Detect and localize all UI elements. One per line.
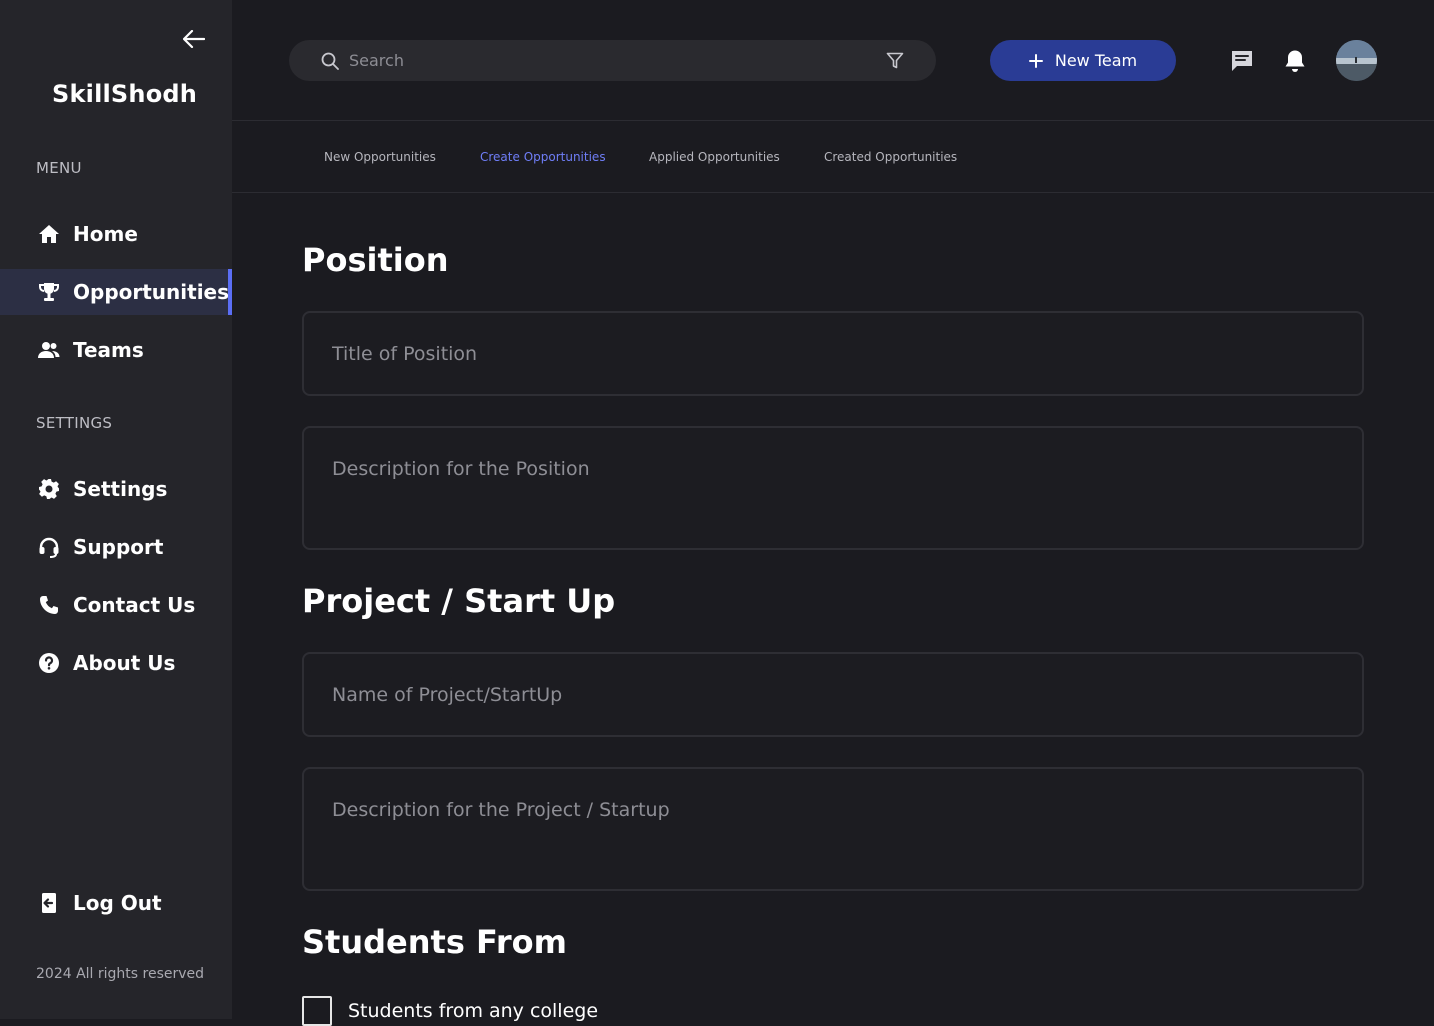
- tab-new-opportunities[interactable]: New Opportunities: [324, 150, 436, 164]
- sidebar-item-label: Support: [73, 535, 164, 559]
- headset-icon: [38, 536, 60, 558]
- sidebar-item-opportunities[interactable]: Opportunities: [0, 269, 232, 315]
- home-icon: [38, 223, 60, 245]
- user-avatar[interactable]: [1336, 40, 1377, 81]
- sidebar-item-label: About Us: [73, 651, 176, 675]
- sidebar: SkillShodh MENU Home Opportunities Teams…: [0, 0, 232, 1019]
- tab-create-opportunities[interactable]: Create Opportunities: [480, 150, 606, 164]
- sidebar-item-label: Contact Us: [73, 593, 196, 617]
- tab-applied-opportunities[interactable]: Applied Opportunities: [649, 150, 780, 164]
- logout-label: Log Out: [73, 891, 162, 915]
- tab-created-opportunities[interactable]: Created Opportunities: [824, 150, 957, 164]
- sidebar-item-label: Teams: [73, 338, 144, 362]
- students-any-college-checkbox[interactable]: [302, 996, 332, 1026]
- project-name-input[interactable]: [302, 652, 1364, 737]
- messages-icon[interactable]: [1227, 46, 1257, 76]
- position-heading: Position: [302, 241, 449, 279]
- sidebar-item-home[interactable]: Home: [0, 211, 232, 257]
- top-bar: New Team: [232, 0, 1434, 121]
- arrow-left-icon: [183, 30, 205, 48]
- sidebar-item-settings[interactable]: Settings: [0, 466, 232, 512]
- students-from-heading: Students From: [302, 923, 567, 961]
- sidebar-item-support[interactable]: Support: [0, 524, 232, 570]
- phone-icon: [38, 594, 60, 616]
- menu-section-label: MENU: [36, 159, 82, 177]
- new-team-button[interactable]: New Team: [990, 40, 1176, 81]
- brand-logo: SkillShodh: [52, 80, 198, 108]
- search-input[interactable]: [349, 51, 886, 70]
- filter-icon[interactable]: [886, 52, 904, 70]
- copyright-text: 2024 All rights reserved: [36, 966, 205, 982]
- students-any-college-option[interactable]: Students from any college: [302, 996, 598, 1026]
- opportunity-tabs: New Opportunities Create Opportunities A…: [232, 121, 1434, 193]
- project-heading: Project / Start Up: [302, 582, 616, 620]
- sidebar-item-label: Opportunities: [73, 280, 230, 304]
- position-description-input[interactable]: [302, 426, 1364, 550]
- search-icon: [321, 52, 339, 70]
- gear-icon: [38, 478, 60, 500]
- logout-icon: [38, 892, 60, 914]
- plus-icon: [1028, 53, 1043, 68]
- settings-section-label: SETTINGS: [36, 414, 113, 432]
- sidebar-item-about-us[interactable]: About Us: [0, 640, 232, 686]
- sidebar-item-teams[interactable]: Teams: [0, 327, 232, 373]
- project-description-input[interactable]: [302, 767, 1364, 891]
- position-title-input[interactable]: [302, 311, 1364, 396]
- help-circle-icon: [38, 652, 60, 674]
- sidebar-item-contact-us[interactable]: Contact Us: [0, 582, 232, 628]
- new-team-label: New Team: [1054, 51, 1138, 70]
- trophy-icon: [38, 281, 60, 303]
- team-icon: [38, 339, 60, 361]
- collapse-sidebar-button[interactable]: [180, 26, 208, 52]
- logout-button[interactable]: Log Out: [0, 880, 232, 926]
- sidebar-item-label: Settings: [73, 477, 168, 501]
- sidebar-item-label: Home: [73, 222, 138, 246]
- notification-bell-icon[interactable]: [1280, 46, 1310, 76]
- search-bar: [289, 40, 936, 81]
